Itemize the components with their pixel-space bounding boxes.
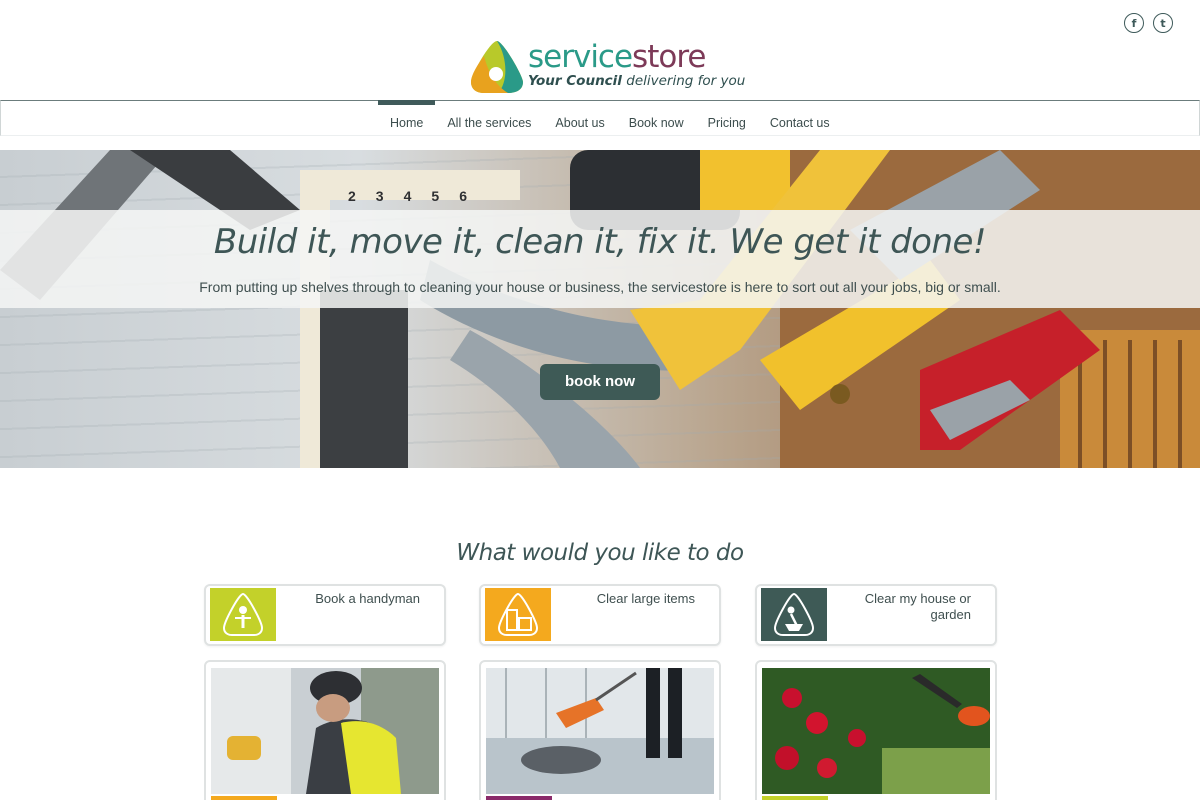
service-label: Clear my house or garden <box>864 591 971 622</box>
category-color-strip <box>762 796 828 800</box>
book-now-button[interactable]: book now <box>540 364 660 400</box>
service-label: Clear large items <box>596 591 695 606</box>
logo-name: servicestore <box>528 38 706 75</box>
handyman-photo <box>211 668 439 794</box>
nav-home[interactable]: Home <box>378 100 436 137</box>
service-label: Book a handyman <box>315 591 420 606</box>
logo-mark-icon <box>471 41 523 93</box>
appliances-icon <box>485 588 551 641</box>
hero-banner: 23456 Build it, move it, clean it, fix i… <box>0 150 1200 468</box>
tools-background-image <box>0 150 1200 468</box>
garden-icon <box>761 588 827 641</box>
main-nav: Home All the services About us Book now … <box>378 100 842 137</box>
category-color-strip <box>211 796 277 800</box>
photo-card-handyman[interactable] <box>204 660 446 800</box>
service-card-clear-items[interactable]: Clear large items <box>479 584 721 646</box>
service-card-clear-house-garden[interactable]: Clear my house or garden <box>755 584 997 646</box>
nav-pricing[interactable]: Pricing <box>696 101 758 137</box>
hero-title: Build it, move it, clean it, fix it. We … <box>213 222 987 262</box>
hero-divider <box>0 468 1200 528</box>
logo-tagline: Your Council delivering for you <box>528 72 746 89</box>
handyman-icon <box>210 588 276 641</box>
site-logo[interactable]: servicestore Your Council delivering for… <box>468 38 748 96</box>
category-color-strip <box>486 796 552 800</box>
twitter-icon[interactable]: t <box>1153 13 1173 33</box>
photo-card-cleaning[interactable] <box>479 660 721 800</box>
nav-about-us[interactable]: About us <box>543 101 616 137</box>
hero-subtitle: From putting up shelves through to clean… <box>199 279 1001 295</box>
nav-all-services[interactable]: All the services <box>435 101 543 137</box>
service-card-handyman[interactable]: Book a handyman <box>204 584 446 646</box>
social-links: f t <box>1124 13 1173 33</box>
ruler-numbers: 23456 <box>348 188 467 204</box>
facebook-icon[interactable]: f <box>1124 13 1144 33</box>
nav-book-now[interactable]: Book now <box>617 101 696 137</box>
nav-contact-us[interactable]: Contact us <box>758 101 842 137</box>
garden-photo <box>762 668 990 794</box>
section-title: What would you like to do <box>456 540 744 566</box>
floor-cleaning-photo <box>486 668 714 794</box>
photo-card-garden[interactable] <box>755 660 997 800</box>
main-navbar: Home All the services About us Book now … <box>0 100 1200 136</box>
